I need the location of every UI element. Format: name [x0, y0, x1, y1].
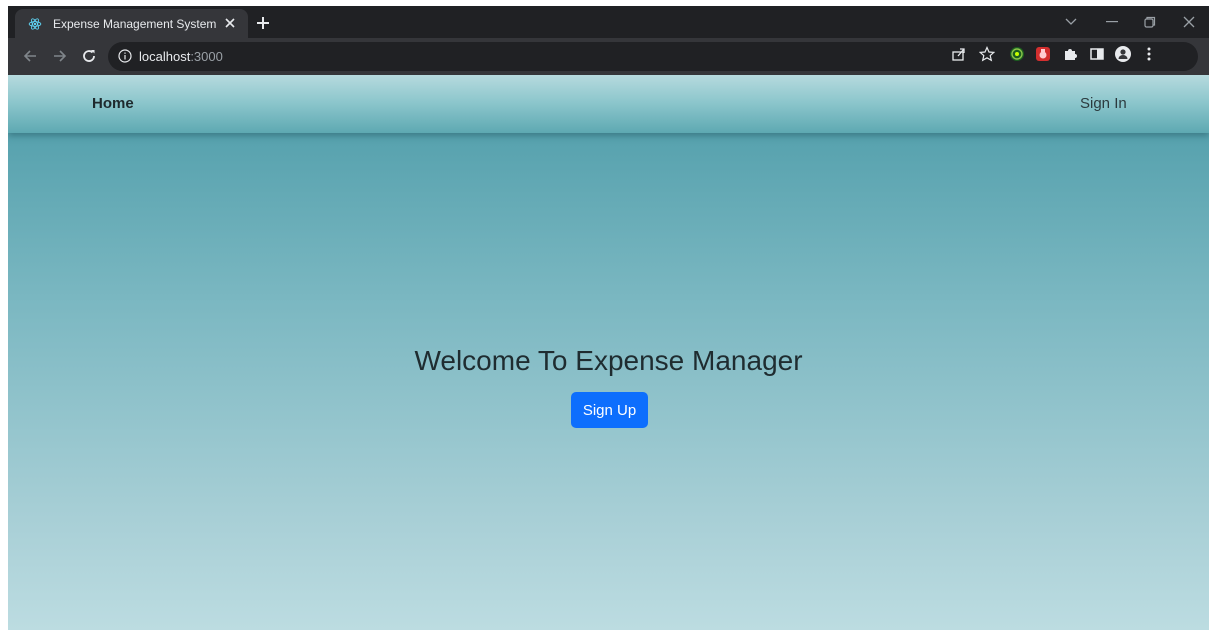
more-icon[interactable] — [1141, 46, 1157, 62]
signup-button[interactable]: Sign Up — [571, 392, 648, 428]
reload-icon[interactable] — [79, 46, 99, 66]
react-icon — [27, 16, 43, 32]
share-icon[interactable] — [951, 46, 967, 62]
browser-window: Expense Management System localhost:3000… — [8, 6, 1209, 630]
extension-target-icon[interactable] — [1009, 46, 1025, 62]
info-icon[interactable] — [118, 49, 132, 63]
url-host: localhost — [139, 49, 191, 64]
close-window-icon[interactable] — [1178, 12, 1200, 32]
extension-bug-icon[interactable] — [1035, 46, 1051, 62]
tab-search-icon[interactable] — [1060, 12, 1082, 32]
url-text: localhost:3000 — [139, 49, 223, 64]
puzzle-icon[interactable] — [1062, 46, 1078, 62]
minimize-icon[interactable] — [1101, 12, 1123, 32]
close-tab-icon[interactable] — [222, 15, 238, 32]
profile-icon[interactable] — [1115, 46, 1131, 62]
page-title: Welcome To Expense Manager — [414, 345, 803, 376]
page-viewport: Home Sign In Welcome To Expense Manager … — [8, 75, 1209, 630]
tab-strip: Expense Management System — [8, 6, 1209, 38]
sidepanel-icon[interactable] — [1089, 46, 1105, 62]
nav-signin-link[interactable]: Sign In — [1080, 95, 1127, 112]
tab-title: Expense Management System — [53, 16, 217, 31]
new-tab-icon[interactable] — [254, 14, 272, 32]
restore-icon[interactable] — [1139, 12, 1161, 32]
navbar: Home Sign In — [8, 75, 1209, 133]
forward-icon[interactable] — [50, 46, 70, 66]
nav-home-link[interactable]: Home — [92, 95, 134, 112]
tab-expense-management[interactable]: Expense Management System — [15, 9, 248, 38]
back-icon[interactable] — [20, 46, 40, 66]
browser-toolbar: localhost:3000 — [8, 38, 1209, 75]
url-port: :3000 — [190, 49, 223, 64]
star-icon[interactable] — [978, 46, 996, 62]
